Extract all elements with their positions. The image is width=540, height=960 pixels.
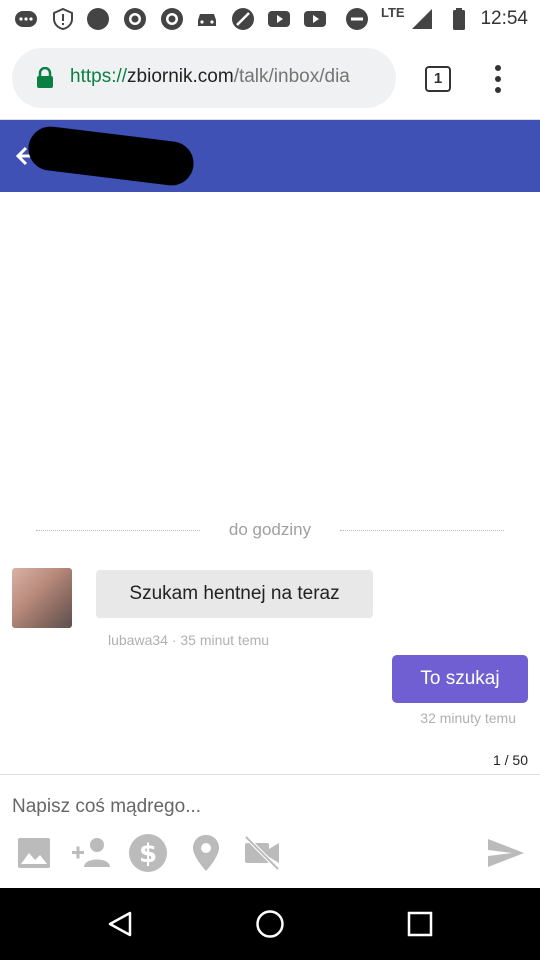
message-meta: lubawa34 · 35 minut temu [108, 632, 270, 648]
conversation-header [0, 120, 540, 192]
more-menu-icon[interactable] [490, 64, 506, 94]
url-host: zbiornik.com [127, 66, 234, 87]
date-divider: do godziny [228, 520, 312, 539]
url-scheme: https:// [70, 66, 128, 87]
circle-icon [87, 8, 109, 30]
url-path: /talk/inbox/dia [233, 66, 350, 87]
system-navigation-bar [0, 888, 540, 960]
clock: 12:54 [480, 8, 528, 29]
lock-icon [37, 67, 53, 88]
svg-text:$: $ [139, 839, 157, 869]
url-text[interactable]: https://zbiornik.com/talk/inbox/dia [70, 66, 350, 88]
image-icon[interactable] [14, 833, 54, 873]
tab-switcher-button[interactable]: 1 [425, 66, 451, 92]
shield-alert-icon [53, 7, 73, 31]
message-composer: $ [0, 774, 540, 888]
target-icon [161, 8, 183, 30]
divider-line [340, 530, 504, 531]
no-cost-icon [232, 8, 254, 30]
message-input[interactable] [12, 789, 512, 825]
message-icon [15, 11, 37, 27]
character-counter: 1 / 50 [492, 752, 528, 768]
browser-toolbar: https://zbiornik.com/talk/inbox/dia 1 [0, 38, 540, 120]
message-meta: 32 minuty temu [420, 710, 516, 726]
avatar[interactable] [12, 568, 72, 628]
redacted-username [25, 124, 197, 188]
car-icon [198, 14, 216, 26]
youtube-icon [304, 11, 326, 27]
nav-home-icon[interactable] [255, 909, 285, 939]
video-off-icon[interactable] [242, 833, 282, 873]
youtube-icon [268, 11, 290, 27]
add-person-icon[interactable] [70, 833, 114, 873]
divider-line [36, 530, 200, 531]
status-bar: LTE 12:54 [0, 0, 540, 38]
battery-icon [453, 8, 465, 30]
network-type: LTE [381, 5, 405, 20]
do-not-disturb-icon [346, 8, 368, 30]
message-list[interactable]: do godziny Szukam hentnej na teraz lubaw… [0, 192, 540, 774]
location-pin-icon[interactable] [186, 833, 226, 873]
dollar-icon[interactable]: $ [128, 833, 168, 873]
incoming-message: Szukam hentnej na teraz [96, 570, 373, 618]
nav-back-icon[interactable] [106, 910, 134, 938]
signal-icon [412, 9, 432, 29]
target-icon [124, 8, 146, 30]
send-icon[interactable] [486, 833, 526, 873]
address-bar[interactable]: https://zbiornik.com/talk/inbox/dia [12, 48, 396, 108]
nav-recents-icon[interactable] [407, 911, 433, 937]
outgoing-message: To szukaj [392, 655, 528, 703]
